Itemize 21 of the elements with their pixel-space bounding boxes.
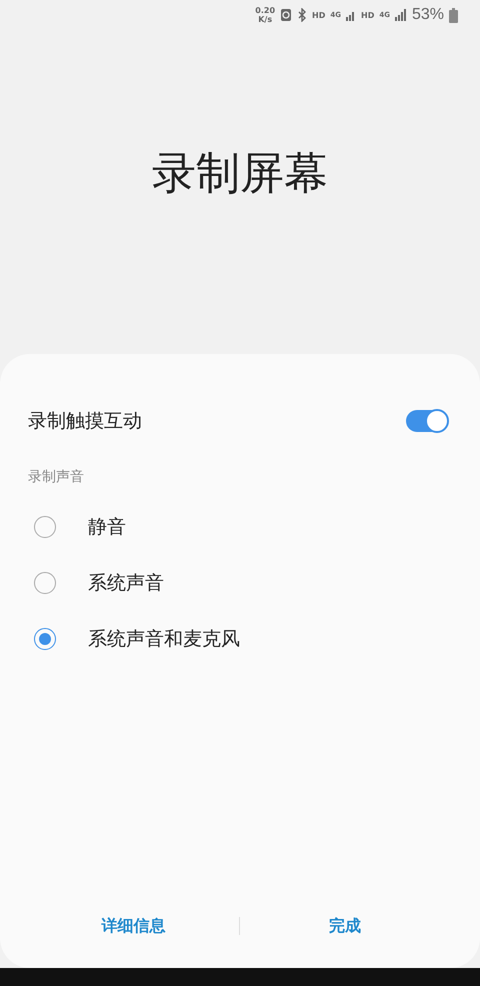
screen-title: 录制屏幕 <box>152 148 328 200</box>
section-label: 录制声音 <box>28 468 85 486</box>
network-speed: 0.20 K/s <box>255 6 276 24</box>
done-button[interactable]: 完成 <box>240 910 450 942</box>
app-notification-icon <box>280 8 292 22</box>
option-label: 系统声音 <box>88 570 164 596</box>
hd-label: HD <box>361 10 374 20</box>
signal-icon <box>394 9 407 21</box>
details-button[interactable]: 详细信息 <box>28 910 238 942</box>
radio-button[interactable] <box>34 628 56 650</box>
radio-button[interactable] <box>34 572 56 594</box>
toggle-label: 录制触摸互动 <box>28 409 142 434</box>
option-label: 静音 <box>88 514 126 540</box>
signal-icon <box>346 9 356 21</box>
option-label: 系统声音和麦克风 <box>88 626 240 652</box>
bluetooth-icon <box>297 8 308 22</box>
toggle-switch[interactable] <box>406 410 448 432</box>
battery-level: 53% <box>412 6 444 24</box>
hd-label: HD <box>312 10 326 20</box>
radio-button[interactable] <box>34 516 56 538</box>
battery-icon <box>449 8 458 22</box>
